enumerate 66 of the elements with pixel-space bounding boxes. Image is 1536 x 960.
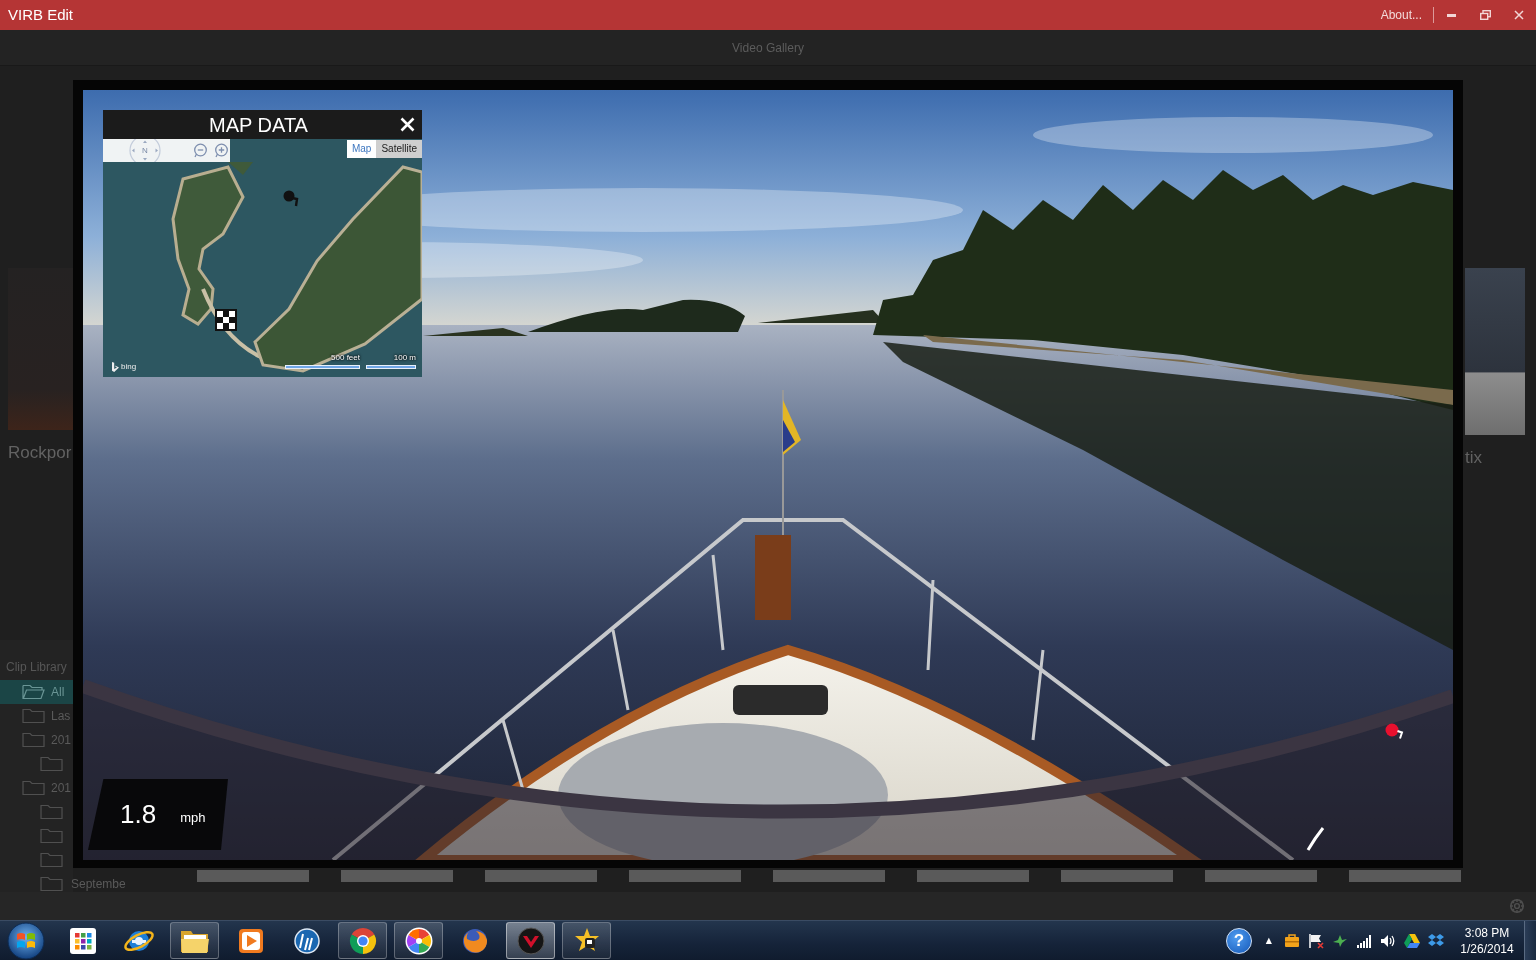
tricolor-circle-icon (348, 926, 377, 955)
signal-icon[interactable] (1356, 932, 1372, 949)
map-type-tab[interactable]: Satellite (376, 140, 422, 158)
tree-item[interactable]: Septembe (0, 872, 126, 896)
show-desktop-button[interactable] (1524, 920, 1536, 960)
diamonds-icon[interactable] (1428, 932, 1444, 949)
restore-icon (1479, 10, 1491, 20)
play-icon (238, 928, 263, 953)
card-title: Rockpor (8, 442, 72, 464)
compass-button[interactable]: N (127, 139, 163, 162)
zoom-out-button[interactable] (193, 143, 208, 158)
track-line (1306, 827, 1325, 851)
location-marker-icon (283, 190, 301, 207)
logo-mark-icon (112, 362, 119, 372)
scale-bar (366, 365, 416, 369)
pennant-flag-icon (782, 389, 801, 536)
taskbar-button[interactable] (170, 922, 219, 959)
open-folder-icon (22, 684, 45, 700)
close-icon (1514, 10, 1524, 20)
folder-icon (22, 732, 45, 748)
card-title: tix (1465, 447, 1482, 469)
taskbar-button[interactable] (562, 922, 611, 959)
clock-date: 1/26/2014 (1460, 940, 1514, 957)
pinwheel-icon (404, 926, 433, 955)
folder-icon (40, 852, 63, 868)
gallery-title: Video Gallery (732, 39, 804, 57)
about-link[interactable]: About... (1378, 6, 1424, 24)
briefcase-icon[interactable] (1284, 932, 1300, 949)
taskbar-button[interactable] (394, 922, 443, 959)
clock-time: 3:08 PM (1464, 924, 1510, 941)
taskbar-button[interactable] (338, 922, 387, 959)
flag-icon[interactable] (1308, 932, 1324, 949)
folder-icon (40, 756, 63, 772)
folder-icon (40, 804, 63, 820)
four-pane-logo-icon (7, 921, 45, 960)
zoom-in-button[interactable] (214, 143, 229, 158)
start-button[interactable] (6, 920, 46, 960)
taskbar-button[interactable] (506, 922, 555, 959)
zoom-in-icon (214, 143, 229, 158)
help-button[interactable]: ? (1225, 927, 1252, 954)
striped-circle-icon (293, 927, 320, 954)
folder-icon (22, 708, 45, 724)
window-title: VIRB Edit (8, 6, 74, 23)
map-attribution: bing (121, 362, 137, 372)
compass-ring-icon (127, 139, 163, 162)
position-marker-icon (1385, 723, 1405, 740)
checkered-flag-icon (215, 309, 237, 331)
minimize-icon (1446, 13, 1456, 17)
scale-label: 100 m (393, 353, 416, 363)
tree-item[interactable]: All (0, 680, 73, 704)
speed-unit: mph (180, 808, 206, 827)
settings-icon (1509, 898, 1525, 914)
swirl-globe-icon (460, 926, 489, 955)
speed-value: 1.8 (120, 798, 157, 831)
triangle-logo-icon[interactable] (1404, 932, 1420, 949)
sand-spit (201, 288, 262, 359)
close-icon (399, 117, 415, 132)
map-type-tab[interactable]: Map (346, 140, 377, 158)
folder-icon (22, 780, 45, 796)
tile-grid-icon (69, 927, 96, 954)
show-hidden-icons-button[interactable]: ▲ (1263, 934, 1274, 947)
folder-icon (40, 828, 63, 844)
zoom-out-icon (193, 143, 208, 158)
panel-title: MAP DATA (208, 112, 309, 138)
folder-icon (40, 876, 63, 892)
chevron-emblem-icon (516, 926, 545, 955)
